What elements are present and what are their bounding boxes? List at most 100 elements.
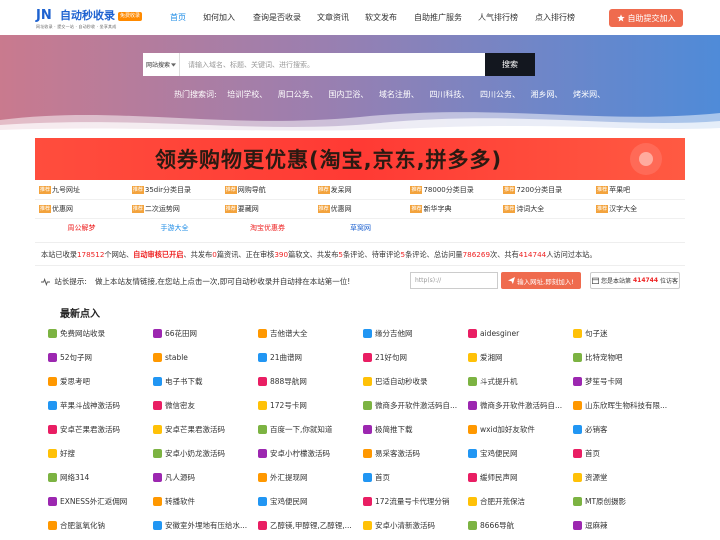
visitor-rank: 您是本站第 414744 位访客 [590, 272, 680, 289]
latest-site-link[interactable]: 172流量号卡代理分销 [363, 496, 468, 507]
latest-site-link[interactable]: 微商多开软件激活码自... [363, 400, 468, 411]
recommended-link[interactable]: 推荐 发呆网 [314, 181, 407, 199]
nav-promotion[interactable]: 自助推广服务 [414, 12, 462, 23]
latest-site-link[interactable]: 安卓小奶龙激活码 [153, 448, 258, 459]
latest-site-link[interactable]: wxid加好友软件 [468, 424, 573, 435]
latest-site-link[interactable]: 易采客激活码 [363, 448, 468, 459]
latest-site-link[interactable]: 缓师民声网 [468, 472, 573, 483]
recommended-link[interactable]: 推荐 九号网址 [35, 181, 128, 199]
latest-site-link[interactable]: 首页 [573, 448, 678, 459]
latest-site-link[interactable]: 52句子网 [48, 352, 153, 363]
latest-site-link[interactable]: 逗麻辣 [573, 520, 678, 531]
latest-site-link[interactable]: 网络314 [48, 472, 153, 483]
site-name: 必销客 [585, 424, 608, 434]
recommended-link[interactable]: 推荐 35dir分类目录 [128, 181, 221, 199]
nav-how-to-join[interactable]: 如何加入 [203, 12, 235, 23]
latest-site-link[interactable]: MT原创摄影 [573, 496, 678, 507]
site-name: 安徽室外埋地有压给水... [165, 520, 248, 530]
submit-site-button[interactable]: 自助提交加入 [609, 9, 683, 27]
latest-site-link[interactable]: 凡人源码 [153, 472, 258, 483]
nav-home[interactable]: 首页 [170, 12, 186, 23]
recommended-link[interactable]: 推荐 7200分类目录 [499, 181, 592, 199]
latest-site-link[interactable]: 极简推下载 [363, 424, 468, 435]
recommended-link[interactable]: 推荐 汉字大全 [592, 200, 685, 218]
recommended-link[interactable]: 推荐 诗词大全 [499, 200, 592, 218]
site-name: 比特宠物吧 [585, 352, 623, 362]
latest-site-link[interactable]: 8666导航 [468, 520, 573, 531]
recommended-link[interactable]: 推荐 苹果吧 [592, 181, 685, 199]
latest-site-link[interactable]: 微信密友 [153, 400, 258, 411]
special-link[interactable]: 周公解梦 [35, 219, 128, 238]
latest-site-link[interactable]: 888导航网 [258, 376, 363, 387]
search-type-select[interactable]: 网站搜索 [143, 53, 180, 76]
recommended-link[interactable]: 推荐 优惠网 [35, 200, 128, 218]
site-logo[interactable]: JN 自动秒收录 免费收录 网址收录 · 提交一站 · 自动秒收 · 坐享其成 [36, 9, 143, 31]
site-name: 转播软件 [165, 496, 195, 506]
recommended-link[interactable]: 推荐 要藏网 [221, 200, 314, 218]
latest-site-link[interactable]: 必销客 [573, 424, 678, 435]
banner-text: 领券购物更优惠(淘宝,京东,拼多多) [155, 148, 503, 172]
latest-site-link[interactable]: 爱思考吧 [48, 376, 153, 387]
nav-popular-rank[interactable]: 人气排行榜 [478, 12, 518, 23]
latest-site-link[interactable]: 资源堂 [573, 472, 678, 483]
special-link[interactable]: 淘宝优惠券 [221, 219, 314, 238]
coupon-banner[interactable]: 领券购物更优惠(淘宝,京东,拼多多) [35, 138, 685, 180]
latest-site-link[interactable]: 宝鸡便民网 [258, 496, 363, 507]
latest-site-link[interactable]: 梦笙号卡网 [573, 376, 678, 387]
latest-site-link[interactable]: aidesginer [468, 328, 573, 338]
search-input[interactable] [183, 53, 483, 76]
site-favicon-icon [153, 352, 162, 362]
latest-site-link[interactable]: 外汇提现网 [258, 472, 363, 483]
nav-check-indexed[interactable]: 查询是否收录 [253, 12, 301, 23]
site-favicon-icon [573, 400, 582, 410]
latest-site-link[interactable]: 缘分吉他网 [363, 328, 468, 339]
recommended-link[interactable]: 推荐 二次运势网 [128, 200, 221, 218]
latest-site-link[interactable]: 好搜 [48, 448, 153, 459]
special-link[interactable]: 草窝网 [314, 219, 407, 238]
recommend-tag: 推荐 [596, 186, 609, 194]
nav-articles[interactable]: 文章资讯 [317, 12, 349, 23]
latest-site-link[interactable]: 爱湘网 [468, 352, 573, 363]
special-link[interactable]: 手游大全 [128, 219, 221, 238]
latest-site-link[interactable]: 斗式提升机 [468, 376, 573, 387]
nav-click-rank[interactable]: 点入排行榜 [535, 12, 575, 23]
latest-site-link[interactable]: 宝鸡便民网 [468, 448, 573, 459]
latest-site-link[interactable]: 21好句网 [363, 352, 468, 363]
url-input[interactable]: http(s):// [410, 272, 498, 289]
latest-site-link[interactable]: 安卓芒果君激活码 [48, 424, 153, 435]
latest-site-link[interactable]: 合肥开荒保洁 [468, 496, 573, 507]
latest-site-link[interactable]: 吉他谱大全 [258, 328, 363, 339]
latest-site-link[interactable]: 合肥氢氧化钠 [48, 520, 153, 531]
latest-site-link[interactable]: stable [153, 352, 258, 362]
latest-site-link[interactable]: 安徽室外埋地有压给水... [153, 520, 258, 531]
recommended-link[interactable]: 推荐 78000分类目录 [406, 181, 499, 199]
latest-site-link[interactable]: 172号卡网 [258, 400, 363, 411]
latest-site-link[interactable]: 山东欣晖生物科技有限... [573, 400, 678, 411]
latest-site-link[interactable]: 比特宠物吧 [573, 352, 678, 363]
latest-site-link[interactable]: 微商多开软件激活码自... [468, 400, 573, 411]
latest-site-link[interactable]: 苹果斗战神激活码 [48, 400, 153, 411]
latest-site-link[interactable]: 免费网站收录 [48, 328, 153, 339]
latest-site-link[interactable]: 安卓小柠檬激活码 [258, 448, 363, 459]
latest-site-link[interactable]: 21曲谱网 [258, 352, 363, 363]
latest-site-link[interactable]: 首页 [363, 472, 468, 483]
recommended-link[interactable]: 推荐 优惠网 [314, 200, 407, 218]
latest-site-link[interactable]: 安卓芒果君激活码 [153, 424, 258, 435]
latest-site-link[interactable]: 句子迷 [573, 328, 678, 339]
latest-site-link[interactable]: 乙醇镁,甲醇锂,乙醇锂,... [258, 520, 363, 531]
latest-site-link[interactable]: 66花田网 [153, 328, 258, 339]
stats-number: 786269 [462, 250, 491, 259]
nav-soft-articles[interactable]: 软文发布 [365, 12, 397, 23]
recommended-link[interactable]: 推荐 网购导航 [221, 181, 314, 199]
site-name: 66花田网 [165, 328, 198, 338]
latest-site-link[interactable]: 巴适自动秒收录 [363, 376, 468, 387]
latest-site-link[interactable]: 转播软件 [153, 496, 258, 507]
latest-site-link[interactable]: EXNESS外汇返佣网 [48, 496, 153, 507]
join-button[interactable]: 输入网址,即刻加入! [501, 272, 581, 289]
search-button[interactable]: 搜索 [485, 53, 535, 76]
latest-site-link[interactable]: 百度一下,你就知道 [258, 424, 363, 435]
latest-site-link[interactable]: 电子书下载 [153, 376, 258, 387]
latest-site-link[interactable]: 安卓小清新激活码 [363, 520, 468, 531]
recommended-link[interactable]: 推荐 新华字典 [406, 200, 499, 218]
site-name: 易采客激活码 [375, 448, 420, 458]
